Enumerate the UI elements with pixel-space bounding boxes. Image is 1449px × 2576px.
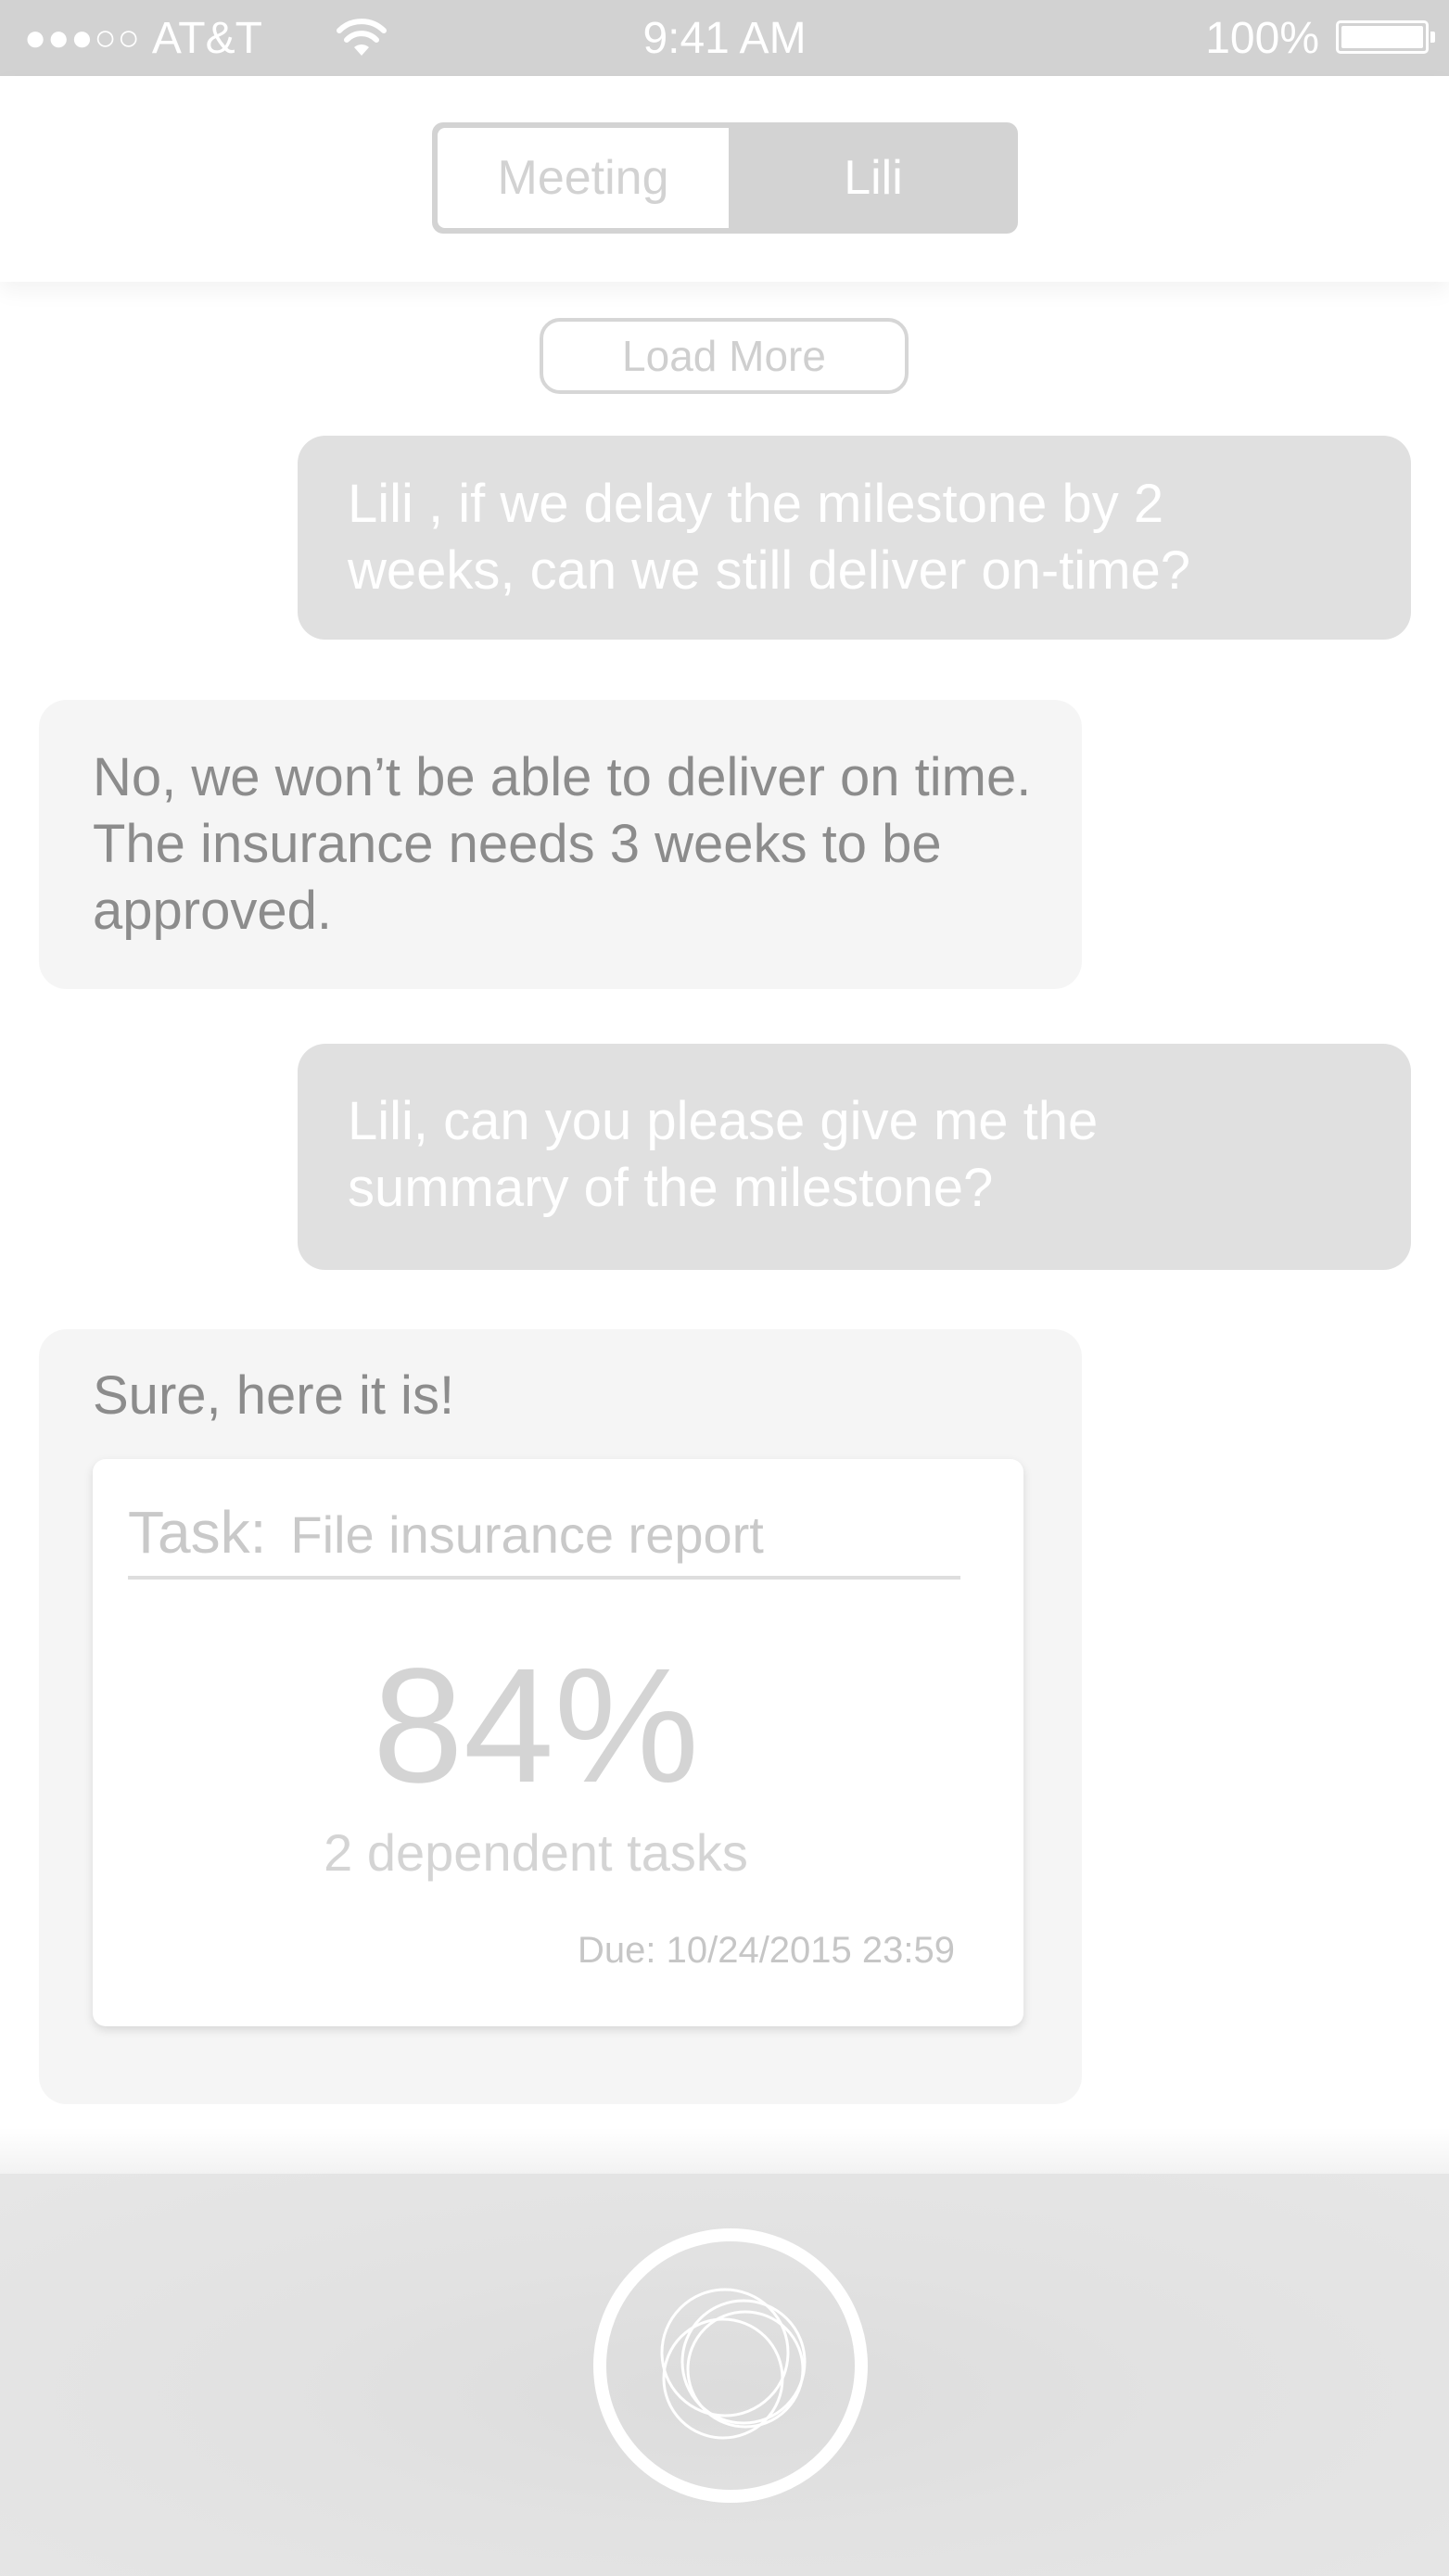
message-text: Lili, can you please give me the summary…	[348, 1091, 1099, 1218]
message-text: No, we won’t be able to deliver on time.…	[93, 747, 1032, 941]
tab-lili[interactable]: Lili	[729, 122, 1018, 234]
bottom-fade	[0, 2128, 1449, 2175]
dependent-tasks: 2 dependent tasks	[324, 1823, 748, 1882]
task-name: File insurance report	[290, 1505, 764, 1564]
load-more-button[interactable]: Load More	[540, 318, 909, 394]
message-bot-2: Sure, here it is! Task: File insurance r…	[39, 1329, 1082, 2104]
message-user-1: Lili , if we delay the milestone by 2 we…	[298, 436, 1411, 640]
task-label: Task:	[128, 1499, 267, 1566]
battery-percentage: 100%	[1205, 14, 1319, 63]
battery-icon	[1336, 20, 1435, 54]
status-bar: ●●●○○ AT&T 9:41 AM 100%	[0, 0, 1449, 76]
task-header: Task: File insurance report	[128, 1498, 960, 1580]
mode-segmented-control: Meeting Lili	[432, 122, 1018, 234]
voice-assistant-icon	[660, 2288, 807, 2440]
tab-lili-label: Lili	[844, 151, 903, 205]
message-text: Lili , if we delay the milestone by 2 we…	[348, 474, 1191, 601]
task-summary-card[interactable]: Task: File insurance report 84% 2 depend…	[93, 1459, 1023, 2026]
voice-assistant-button[interactable]	[593, 2228, 868, 2503]
message-text: Sure, here it is!	[93, 1365, 455, 1426]
due-date: Due: 10/24/2015 23:59	[577, 1930, 955, 1971]
message-bot-1: No, we won’t be able to deliver on time.…	[39, 700, 1082, 989]
message-user-2: Lili, can you please give me the summary…	[298, 1044, 1411, 1270]
header: Meeting Lili	[0, 76, 1449, 282]
task-progress-percent: 84%	[372, 1635, 700, 1817]
tab-meeting[interactable]: Meeting	[438, 128, 729, 228]
tab-meeting-label: Meeting	[497, 151, 669, 205]
